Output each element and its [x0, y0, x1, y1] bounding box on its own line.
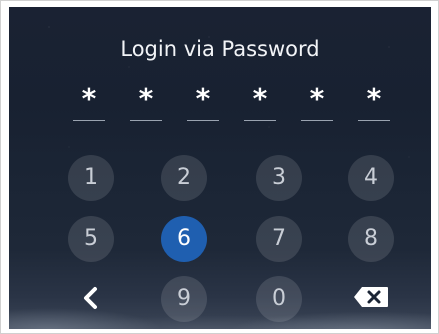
key-0[interactable]: 0 — [256, 276, 302, 322]
pin-slot-5: * — [301, 83, 333, 121]
pin-char: * — [81, 82, 97, 115]
pin-char: * — [252, 82, 268, 115]
chevron-left-icon — [84, 287, 97, 309]
backspace-button[interactable] — [353, 286, 389, 308]
pin-underline — [358, 120, 390, 121]
pin-slot-4: * — [244, 83, 276, 121]
pin-char: * — [195, 82, 211, 115]
key-1[interactable]: 1 — [68, 155, 114, 201]
lock-screen: Login via Password * * * * * * 1 2 3 4 5… — [9, 7, 431, 329]
pin-underline — [130, 120, 162, 121]
pin-slot-6: * — [358, 83, 390, 121]
pin-slot-2: * — [130, 83, 162, 121]
pin-underline — [73, 120, 105, 121]
key-5[interactable]: 5 — [68, 216, 114, 262]
pin-slot-3: * — [187, 83, 219, 121]
page-title: Login via Password — [120, 37, 320, 61]
key-3[interactable]: 3 — [256, 155, 302, 201]
pin-underline — [244, 120, 276, 121]
pin-slot-1: * — [73, 83, 105, 121]
device-frame: Login via Password * * * * * * 1 2 3 4 5… — [0, 0, 439, 334]
pin-char: * — [309, 82, 325, 115]
pin-char: * — [138, 82, 154, 115]
back-button[interactable] — [76, 283, 106, 313]
key-6[interactable]: 6 — [161, 216, 207, 262]
pin-underline — [187, 120, 219, 121]
pin-char: * — [366, 82, 382, 115]
pin-underline — [301, 120, 333, 121]
backspace-icon — [354, 287, 388, 307]
key-9[interactable]: 9 — [161, 276, 207, 322]
key-8[interactable]: 8 — [348, 216, 394, 262]
key-7[interactable]: 7 — [256, 216, 302, 262]
key-2[interactable]: 2 — [161, 155, 207, 201]
key-4[interactable]: 4 — [348, 155, 394, 201]
